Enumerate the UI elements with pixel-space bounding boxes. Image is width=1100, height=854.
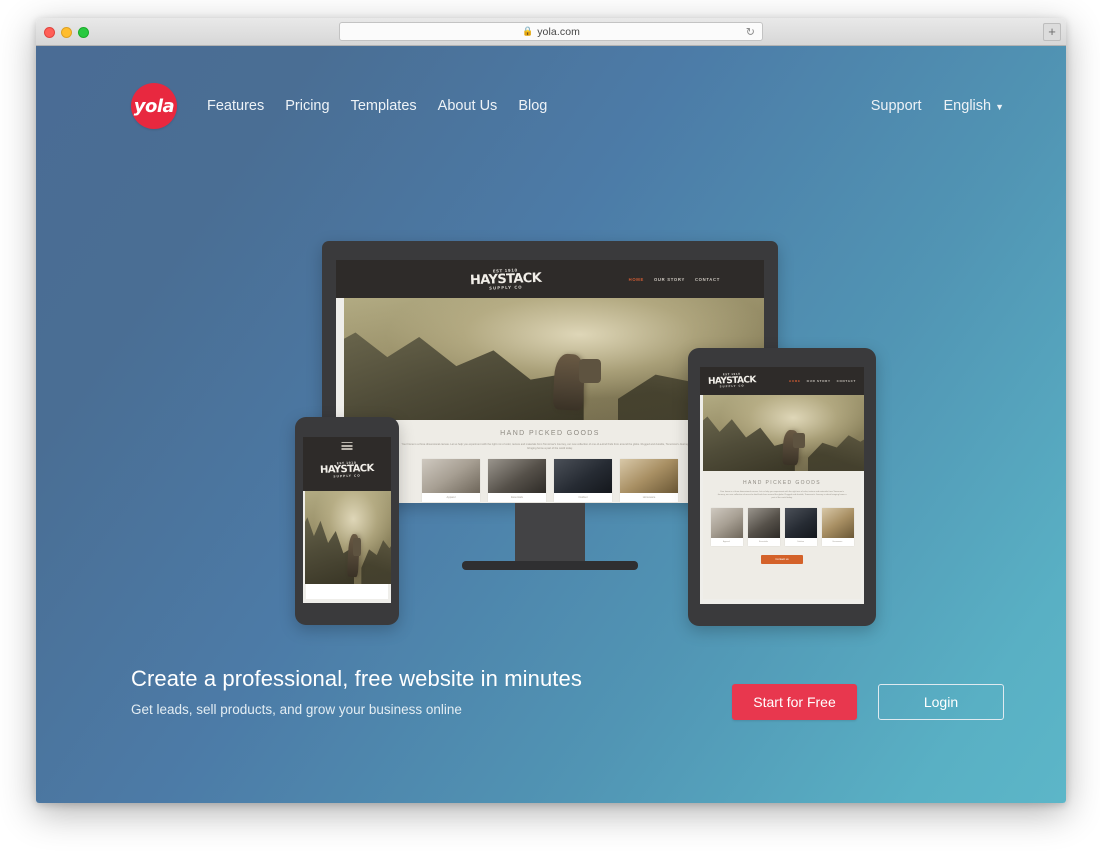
mock-card-image [784,507,817,538]
mock-contact-button[interactable]: Contact us [761,554,803,564]
mock-card-caption: Essentials [758,540,769,543]
mock-site-header-phone: EST 1910 HAYSTACK SUPPLY CO [303,437,391,491]
mock-body-tablet: HAND PICKED GOODS Your home is a three d… [703,471,861,599]
maximize-window-button[interactable] [78,27,89,38]
monitor-stand-base [462,561,638,570]
lock-icon: 🔒 [521,26,534,36]
mock-card[interactable]: Essentials [747,507,780,546]
hero-title: Create a professional, free website in m… [131,666,582,691]
mock-card-caption: Outdoor [578,496,588,500]
mock-card-caption: Apparel [723,540,730,543]
mock-card-image [747,507,780,538]
mock-card-caption: Homeware [832,540,843,543]
mock-card-caption: Homeware [642,496,656,500]
mock-section-body-desktop: Your home is a three dimensional canvas.… [401,443,699,451]
new-tab-button[interactable]: + [1043,23,1061,41]
haystack-logo-tablet: EST 1910 HAYSTACK SUPPLY CO [707,372,756,388]
mock-nav-home[interactable]: HOME [629,277,644,282]
hero-subtitle: Get leads, sell products, and grow your … [131,702,462,717]
monitor-stand-neck [515,503,585,561]
mock-nav-contact[interactable]: CONTACT [695,277,720,282]
mountain-ridge-right [361,537,391,584]
browser-window: 🔒 yola.com ↻ + yola Features Pricing Tem… [36,18,1066,803]
tablet-mockup: EST 1910 HAYSTACK SUPPLY CO HOME OUR STO… [688,348,876,626]
mock-hero-image-tablet [703,395,864,471]
mock-card-caption: Outdoor [796,540,805,543]
mock-card[interactable]: Homeware [821,507,854,546]
haystack-logo-phone: EST 1910 HAYSTACK SUPPLY CO [319,460,374,479]
mock-card[interactable]: Apparel [422,459,480,503]
reload-icon[interactable]: ↻ [746,25,755,38]
mock-card-image [821,507,854,538]
hamburger-menu-icon[interactable] [341,442,353,452]
mountain-ridge-left [703,416,795,471]
mock-card-list-tablet: Apparel Essentials Outdoor Homeware [703,507,861,546]
close-window-button[interactable] [44,27,55,38]
mock-card[interactable]: Essentials [488,459,546,503]
mock-site-header-tablet: EST 1910 HAYSTACK SUPPLY CO HOME OUR STO… [700,367,864,395]
mock-nav-contact[interactable]: CONTACT [837,379,856,383]
mock-hero-image-phone [305,491,391,584]
mock-card-image [422,459,480,494]
phone-screen: EST 1910 HAYSTACK SUPPLY CO [303,437,391,603]
mock-card[interactable]: Outdoor [554,459,612,503]
mock-card[interactable]: Homeware [620,459,678,503]
mock-card[interactable]: Outdoor [784,507,817,546]
login-button[interactable]: Login [878,684,1004,720]
address-bar[interactable]: 🔒 yola.com ↻ [339,22,763,41]
hiker-backpack [793,433,805,449]
phone-mockup: EST 1910 HAYSTACK SUPPLY CO [295,417,399,625]
mountain-ridge-left [344,332,584,420]
window-traffic-lights [44,27,89,38]
page-viewport: yola Features Pricing Templates About Us… [36,46,1066,803]
mock-card-image [554,459,612,494]
mock-body-phone [306,584,388,599]
mock-site-nav-tablet: HOME OUR STORY CONTACT [789,379,856,383]
mock-section-body-tablet: Your home is a three dimensional canvas.… [717,491,847,500]
mock-nav-home[interactable]: HOME [789,379,801,383]
mock-card-image [710,507,743,538]
mock-site-nav-desktop: HOME OUR STORY CONTACT [629,277,720,282]
minimize-window-button[interactable] [61,27,72,38]
browser-chrome: 🔒 yola.com ↻ + [36,18,1066,46]
mock-site-header-desktop: EST 1910 HAYSTACK SUPPLY CO HOME OUR STO… [336,260,764,298]
mock-nav-our-story[interactable]: OUR STORY [807,379,831,383]
haystack-logo-desktop: EST 1910 HAYSTACK SUPPLY CO [469,267,542,291]
mock-card[interactable]: Apparel [710,507,743,546]
mock-card-image [620,459,678,494]
mock-card-image [488,459,546,494]
mountain-ridge-right [807,433,864,471]
hiker-backpack [579,359,601,384]
start-for-free-button[interactable]: Start for Free [732,684,857,720]
hero-copy: Create a professional, free website in m… [131,666,582,717]
mock-nav-our-story[interactable]: OUR STORY [654,277,685,282]
hero-actions: Start for Free Login [732,684,1004,720]
mock-section-heading-tablet: HAND PICKED GOODS [743,480,821,486]
mock-card-caption: Apparel [446,496,456,500]
tablet-screen: EST 1910 HAYSTACK SUPPLY CO HOME OUR STO… [700,367,864,604]
mock-card-caption: Essentials [511,496,523,500]
hiker-backpack [353,537,362,557]
address-bar-url: yola.com [537,25,581,38]
